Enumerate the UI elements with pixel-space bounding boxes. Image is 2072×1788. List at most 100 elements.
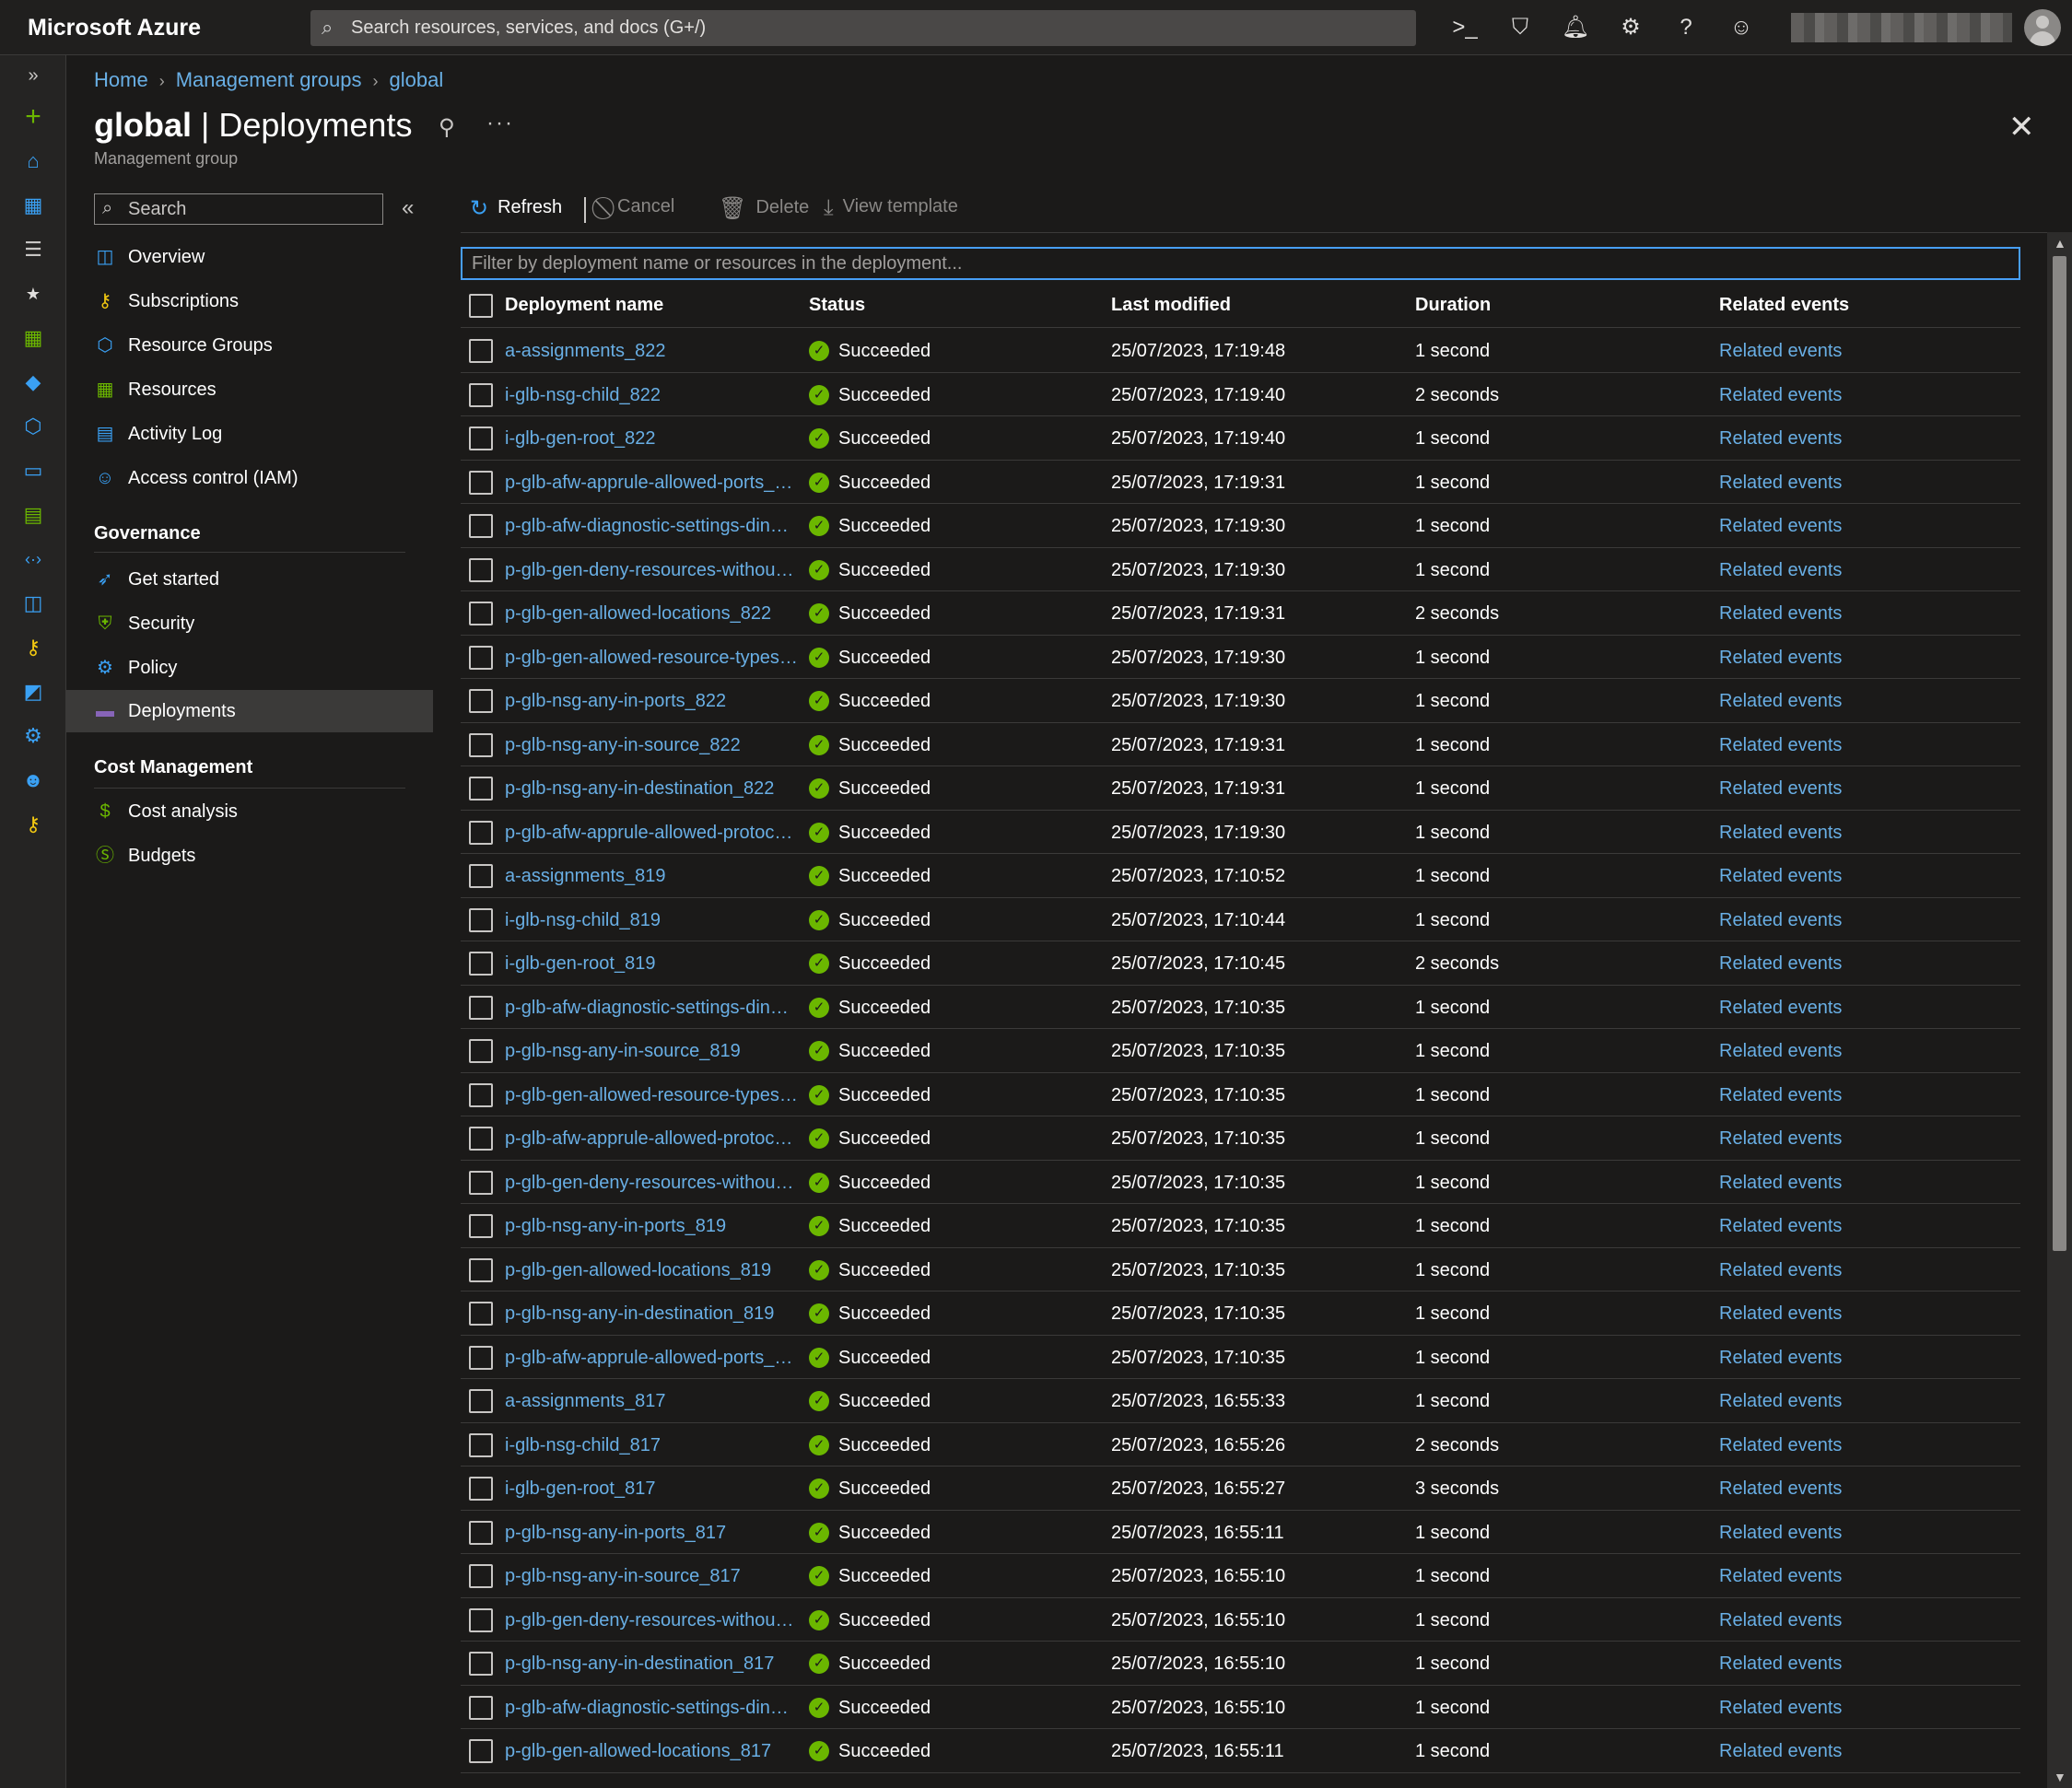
row-checkbox[interactable] [469, 732, 493, 757]
row-checkbox[interactable] [469, 820, 493, 845]
related-events-link[interactable]: Related events [1719, 691, 1842, 712]
table-row[interactable]: i-glb-nsg-child_819 ✓ Succeeded 25/07/2023,… [461, 898, 2020, 941]
table-row[interactable]: p-glb-gen-deny-resources-without_817 ✓ Suc… [461, 1598, 2020, 1642]
related-events-link[interactable]: Related events [1719, 866, 1842, 887]
column-header-related-events[interactable]: Related events [1719, 295, 1849, 316]
table-row[interactable]: p-glb-nsg-any-in-ports_822 ✓ Succeeded 25/0… [461, 679, 2020, 723]
row-checkbox[interactable] [469, 1127, 493, 1151]
related-events-link[interactable]: Related events [1719, 603, 1842, 625]
menu-item-security[interactable]: ⛨ Security [66, 602, 433, 645]
table-row[interactable]: p-glb-nsg-any-in-destination_817 ✓ Succeed… [461, 1642, 2020, 1686]
deployment-name-link[interactable]: p-glb-gen-deny-resources-without_819 [505, 1173, 798, 1194]
related-events-link[interactable]: Related events [1719, 1348, 1842, 1369]
expand-menu-icon[interactable]: » [20, 63, 46, 88]
row-checkbox[interactable] [469, 1214, 493, 1238]
row-checkbox[interactable] [469, 1695, 493, 1720]
menu-item-budgets[interactable]: Ⓢ Budgets [66, 835, 433, 877]
monitor-icon[interactable]: ◫ [20, 590, 46, 616]
related-events-link[interactable]: Related events [1719, 1216, 1842, 1237]
related-events-link[interactable]: Related events [1719, 648, 1842, 669]
favorites-star-icon[interactable]: ★ [20, 281, 46, 307]
row-checkbox[interactable] [469, 470, 493, 495]
deployment-name-link[interactable]: i-glb-gen-root_817 [505, 1478, 798, 1500]
menu-item-deployments[interactable]: ▬ Deployments [66, 690, 433, 732]
table-row[interactable]: p-glb-afw-apprule-allowed-protocols_822 ✓… [461, 811, 2020, 854]
breadcrumb-home[interactable]: Home [94, 68, 148, 91]
deployment-name-link[interactable]: p-glb-nsg-any-in-destination_819 [505, 1303, 798, 1325]
deployment-name-link[interactable]: a-assignments_819 [505, 866, 798, 887]
deployment-name-link[interactable]: p-glb-gen-allowed-locations_822 [505, 603, 798, 625]
storage-accounts-icon[interactable]: ▤ [20, 502, 46, 528]
menu-item-overview[interactable]: ◫ Overview [66, 236, 433, 278]
related-events-link[interactable]: Related events [1719, 1478, 1842, 1500]
notifications-bell-icon[interactable]: 🔔︎ [1561, 13, 1590, 42]
related-events-link[interactable]: Related events [1719, 1391, 1842, 1412]
row-checkbox[interactable] [469, 382, 493, 407]
deployment-name-link[interactable]: p-glb-nsg-any-in-source_817 [505, 1566, 798, 1587]
view-template-button[interactable]: ⤓ View template [824, 195, 958, 221]
table-row[interactable]: p-glb-gen-allowed-locations_819 ✓ Succeede… [461, 1248, 2020, 1291]
related-events-link[interactable]: Related events [1719, 1435, 1842, 1456]
table-row[interactable]: p-glb-gen-allowed-resource-types_822 ✓ Suc… [461, 636, 2020, 679]
row-checkbox[interactable] [469, 689, 493, 713]
related-events-link[interactable]: Related events [1719, 1303, 1842, 1325]
deployment-name-link[interactable]: i-glb-nsg-child_817 [505, 1435, 798, 1456]
row-checkbox[interactable] [469, 1432, 493, 1457]
table-row[interactable]: p-glb-nsg-any-in-source_817 ✓ Succeeded 25/… [461, 1554, 2020, 1598]
menu-item-resources[interactable]: ▦ Resources [66, 368, 433, 411]
account-name-redacted[interactable] [1791, 13, 2012, 42]
vertical-scrollbar[interactable]: ▲ ▼ [2047, 232, 2072, 1788]
cost-management-icon[interactable]: ⚷ [20, 812, 46, 837]
table-row[interactable]: i-glb-gen-root_819 ✓ Succeeded 25/07/2023, … [461, 941, 2020, 986]
row-checkbox[interactable] [469, 1039, 493, 1063]
table-row[interactable]: a-assignments_817 ✓ Succeeded 25/07/2023, 1… [461, 1379, 2020, 1423]
table-row[interactable]: p-glb-afw-apprule-allowed-ports_822 ✓ Succ… [461, 461, 2020, 504]
menu-item-policy[interactable]: ⚙ Policy [66, 647, 433, 689]
related-events-link[interactable]: Related events [1719, 385, 1842, 406]
related-events-link[interactable]: Related events [1719, 1173, 1842, 1194]
related-events-link[interactable]: Related events [1719, 516, 1842, 537]
related-events-link[interactable]: Related events [1719, 1523, 1842, 1544]
delete-button[interactable]: 🗑︎ Delete [719, 195, 809, 222]
related-events-link[interactable]: Related events [1719, 1085, 1842, 1106]
menu-item-cost-analysis[interactable]: $ Cost analysis [66, 790, 433, 833]
related-events-link[interactable]: Related events [1719, 1260, 1842, 1281]
deployment-name-link[interactable]: p-glb-afw-diagnostic-settings-dine_817 [505, 1698, 798, 1719]
table-row[interactable]: p-glb-afw-apprule-allowed-protocols_819 ✓… [461, 1116, 2020, 1161]
deployment-name-link[interactable]: i-glb-nsg-child_822 [505, 385, 798, 406]
column-header-duration[interactable]: Duration [1415, 295, 1491, 316]
row-checkbox[interactable] [469, 1520, 493, 1545]
security-center-icon[interactable]: ⚙ [20, 723, 46, 749]
virtual-machines-icon[interactable]: ▭ [20, 458, 46, 484]
row-checkbox[interactable] [469, 427, 493, 450]
refresh-button[interactable]: ↻ Refresh [470, 195, 562, 222]
resource-groups-icon[interactable]: ◆ [20, 369, 46, 395]
table-row[interactable]: a-assignments_822 ✓ Succeeded 25/07/2023, 1… [461, 329, 2020, 373]
related-events-link[interactable]: Related events [1719, 341, 1842, 362]
home-icon[interactable]: ⌂ [20, 148, 46, 174]
row-checkbox[interactable] [469, 1652, 493, 1676]
table-row[interactable]: i-glb-gen-root_822 ✓ Succeeded 25/07/2023, … [461, 416, 2020, 461]
row-checkbox[interactable] [469, 864, 493, 888]
scroll-down-arrow-icon[interactable]: ▼ [2054, 1770, 2066, 1784]
collapse-menu-icon[interactable]: « [402, 195, 414, 221]
deployment-name-link[interactable]: p-glb-afw-diagnostic-settings-dine_822 [505, 516, 798, 537]
users-icon[interactable]: ☻ [20, 767, 46, 793]
global-search-input[interactable] [351, 10, 1401, 46]
table-row[interactable]: i-glb-nsg-child_822 ✓ Succeeded 25/07/2023,… [461, 373, 2020, 416]
all-services-icon[interactable]: ☰ [20, 237, 46, 263]
deployment-name-link[interactable]: p-glb-gen-deny-resources-without_822 [505, 560, 798, 581]
deployment-name-link[interactable]: p-glb-nsg-any-in-destination_817 [505, 1654, 798, 1675]
table-row[interactable]: p-glb-nsg-any-in-ports_819 ✓ Succeeded 25/0… [461, 1204, 2020, 1248]
table-row[interactable]: p-glb-gen-deny-resources-without_819 ✓ Suc… [461, 1161, 2020, 1204]
deployment-name-link[interactable]: p-glb-afw-apprule-allowed-ports_819 [505, 1348, 798, 1369]
deployment-name-link[interactable]: p-glb-afw-apprule-allowed-ports_822 [505, 473, 798, 494]
table-row[interactable]: p-glb-afw-diagnostic-settings-dine_817 ✓ S… [461, 1686, 2020, 1729]
settings-gear-icon[interactable]: ⚙ [1616, 13, 1645, 42]
related-events-link[interactable]: Related events [1719, 953, 1842, 975]
row-checkbox[interactable] [469, 1170, 493, 1195]
subscriptions-key-icon[interactable]: ⚷ [20, 635, 46, 660]
table-row[interactable]: p-glb-afw-diagnostic-settings-dine_819 ✓ S… [461, 986, 2020, 1029]
app-services-icon[interactable]: ⬡ [20, 414, 46, 439]
related-events-link[interactable]: Related events [1719, 1566, 1842, 1587]
